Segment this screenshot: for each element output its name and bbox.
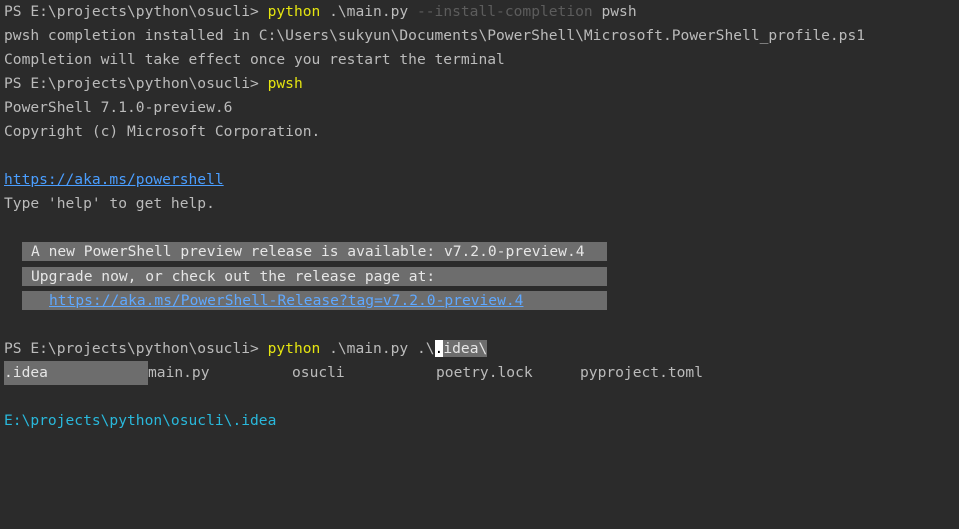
command-flag: --install-completion: [416, 3, 593, 20]
completion-item[interactable]: pyproject.toml: [580, 361, 703, 385]
completion-item-selected[interactable]: .idea: [4, 361, 148, 385]
command-arg: .\main.py: [320, 3, 417, 20]
command-name: python: [267, 340, 321, 357]
completion-item[interactable]: osucli: [292, 361, 345, 385]
output-completion-installed: pwsh completion installed in C:\Users\su…: [4, 27, 866, 44]
command-line-pwsh: PS E:\projects\python\osucli> pwsh: [4, 72, 303, 96]
completion-list: .idea main.py osucli poetry.lock pyproje…: [4, 361, 804, 385]
powershell-link[interactable]: https://aka.ms/powershell: [4, 168, 224, 192]
completion-item[interactable]: main.py: [148, 361, 210, 385]
command-name: pwsh: [267, 75, 303, 92]
command-line-python-completion[interactable]: PS E:\projects\python\osucli> python .\m…: [4, 337, 488, 361]
command-name: python: [267, 3, 321, 20]
update-notice-link-row: https://aka.ms/PowerShell-Release?tag=v7…: [22, 291, 607, 310]
prompt: PS E:\projects\python\osucli>: [4, 3, 268, 20]
output-help-hint: Type 'help' to get help.: [4, 195, 215, 212]
output-powershell-version: PowerShell 7.1.0-preview.6: [4, 99, 233, 116]
output-path: E:\projects\python\osucli\.idea: [4, 412, 277, 429]
command-arg-tail: pwsh: [592, 3, 637, 20]
update-notice-line-2: Upgrade now, or check out the release pa…: [22, 267, 607, 286]
update-notice-line-1: A new PowerShell preview release is avai…: [22, 242, 607, 261]
output-completion-note: Completion will take effect once you res…: [4, 51, 505, 68]
prompt: PS E:\projects\python\osucli>: [4, 340, 268, 357]
completion-selected-text: idea\: [443, 340, 488, 357]
terminal-window[interactable]: PS E:\projects\python\osucli> python .\m…: [0, 0, 959, 450]
prompt: PS E:\projects\python\osucli>: [4, 75, 268, 92]
output-copyright: Copyright (c) Microsoft Corporation.: [4, 123, 321, 140]
command-line-install: PS E:\projects\python\osucli> python .\m…: [4, 0, 637, 24]
release-link[interactable]: https://aka.ms/PowerShell-Release?tag=v7…: [49, 292, 523, 309]
command-arg: .\main.py .\: [320, 340, 435, 357]
completion-item[interactable]: poetry.lock: [436, 361, 533, 385]
